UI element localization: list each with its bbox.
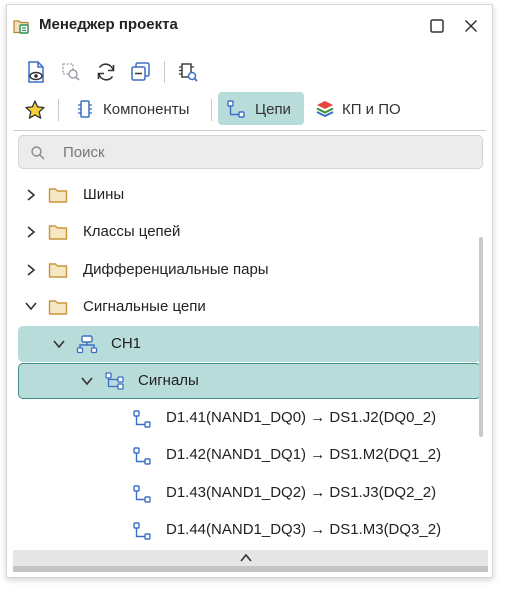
project-manager-icon <box>13 20 29 34</box>
tab-nets-label: Цепи <box>255 101 291 118</box>
filter-find-icon[interactable] <box>58 59 84 85</box>
tree-item-signals[interactable]: Сигналы <box>7 363 492 399</box>
tree-item-label: CH1 <box>111 335 142 352</box>
tree-item-label: Шины <box>83 186 125 203</box>
chevron-down-icon[interactable] <box>52 338 66 350</box>
search-box <box>18 135 483 169</box>
chevron-right-icon[interactable] <box>25 188 37 202</box>
bottom-panel-edge <box>13 566 488 572</box>
tree-item-net[interactable]: D1.43(NAND1_DQ2) → DS1.J3(DQ2_2) <box>7 475 492 511</box>
tab-divider <box>211 99 212 121</box>
signals-icon <box>105 372 124 390</box>
tree-item-net[interactable]: D1.44(NAND1_DQ3) → DS1.M3(DQ3_2) <box>7 512 492 548</box>
divider <box>13 130 486 131</box>
tree-item-label: D1.44(NAND1_DQ3) → DS1.M3(DQ3_2) <box>166 521 442 538</box>
tree-item-label: D1.43(NAND1_DQ2) → DS1.J3(DQ2_2) <box>166 484 437 501</box>
maximize-icon[interactable] <box>427 16 447 36</box>
chevron-down-icon[interactable] <box>80 375 94 387</box>
tree-item-signal-nets[interactable]: Сигнальные цепи <box>7 289 492 325</box>
tree-item-net[interactable]: D1.41(NAND1_DQ0) → DS1.J2(DQ0_2) <box>7 400 492 436</box>
layers-icon <box>316 101 334 118</box>
folder-icon <box>48 263 68 278</box>
chevron-right-icon[interactable] <box>25 263 37 277</box>
search-input[interactable] <box>63 142 463 162</box>
tab-bar: Компоненты Цепи КП и ПО <box>7 91 492 127</box>
folder-icon <box>48 225 68 240</box>
tree-item-net[interactable]: D1.42(NAND1_DQ1) → DS1.M2(DQ1_2) <box>7 437 492 473</box>
net-icon <box>133 522 151 540</box>
tab-pads-label: КП и ПО <box>342 101 401 118</box>
collapse-all-icon[interactable] <box>128 59 154 85</box>
component-icon <box>78 100 92 118</box>
refresh-icon[interactable] <box>93 59 119 85</box>
tab-pads[interactable]: КП и ПО <box>310 92 410 125</box>
tab-nets[interactable]: Цепи <box>218 92 304 125</box>
tree-item-label: Классы цепей <box>83 223 181 240</box>
document-view-icon[interactable] <box>23 59 49 85</box>
tree-item-ch1[interactable]: CH1 <box>7 326 492 362</box>
toolbar-divider <box>164 61 165 83</box>
tree-item-label: D1.42(NAND1_DQ1) → DS1.M2(DQ1_2) <box>166 446 442 463</box>
tree-item-label: Дифференциальные пары <box>83 261 269 278</box>
tab-divider <box>58 99 59 121</box>
vertical-scrollbar[interactable] <box>479 237 483 437</box>
tree-item-label: Сигналы <box>138 372 199 389</box>
tree-item-net-classes[interactable]: Классы цепей <box>7 214 492 250</box>
folder-icon <box>48 188 68 203</box>
chip-search-icon[interactable] <box>175 59 201 85</box>
tree-item-diff-pairs[interactable]: Дифференциальные пары <box>7 252 492 288</box>
star-icon[interactable] <box>24 99 46 121</box>
tree-item-label: Сигнальные цепи <box>83 298 206 315</box>
net-icon <box>133 410 151 428</box>
folder-icon <box>48 300 68 315</box>
tab-components-label: Компоненты <box>103 101 190 118</box>
chevron-down-icon[interactable] <box>24 300 38 312</box>
chevron-up-icon[interactable] <box>239 552 253 564</box>
channel-icon <box>76 335 98 354</box>
window-title: Менеджер проекта <box>39 16 178 33</box>
project-manager-panel: Менеджер проекта Компоненты Цепи КП и ПО… <box>6 4 493 578</box>
close-icon[interactable] <box>461 16 481 36</box>
net-icon <box>227 100 245 118</box>
net-icon <box>133 447 151 465</box>
search-icon <box>31 146 45 160</box>
tab-components[interactable]: Компоненты <box>69 92 203 125</box>
net-icon <box>133 485 151 503</box>
toolbar <box>7 57 492 87</box>
tree-item-label: D1.41(NAND1_DQ0) → DS1.J2(DQ0_2) <box>166 409 437 426</box>
chevron-right-icon[interactable] <box>25 225 37 239</box>
tree-item-buses[interactable]: Шины <box>7 177 492 213</box>
title-bar: Менеджер проекта <box>7 5 492 47</box>
